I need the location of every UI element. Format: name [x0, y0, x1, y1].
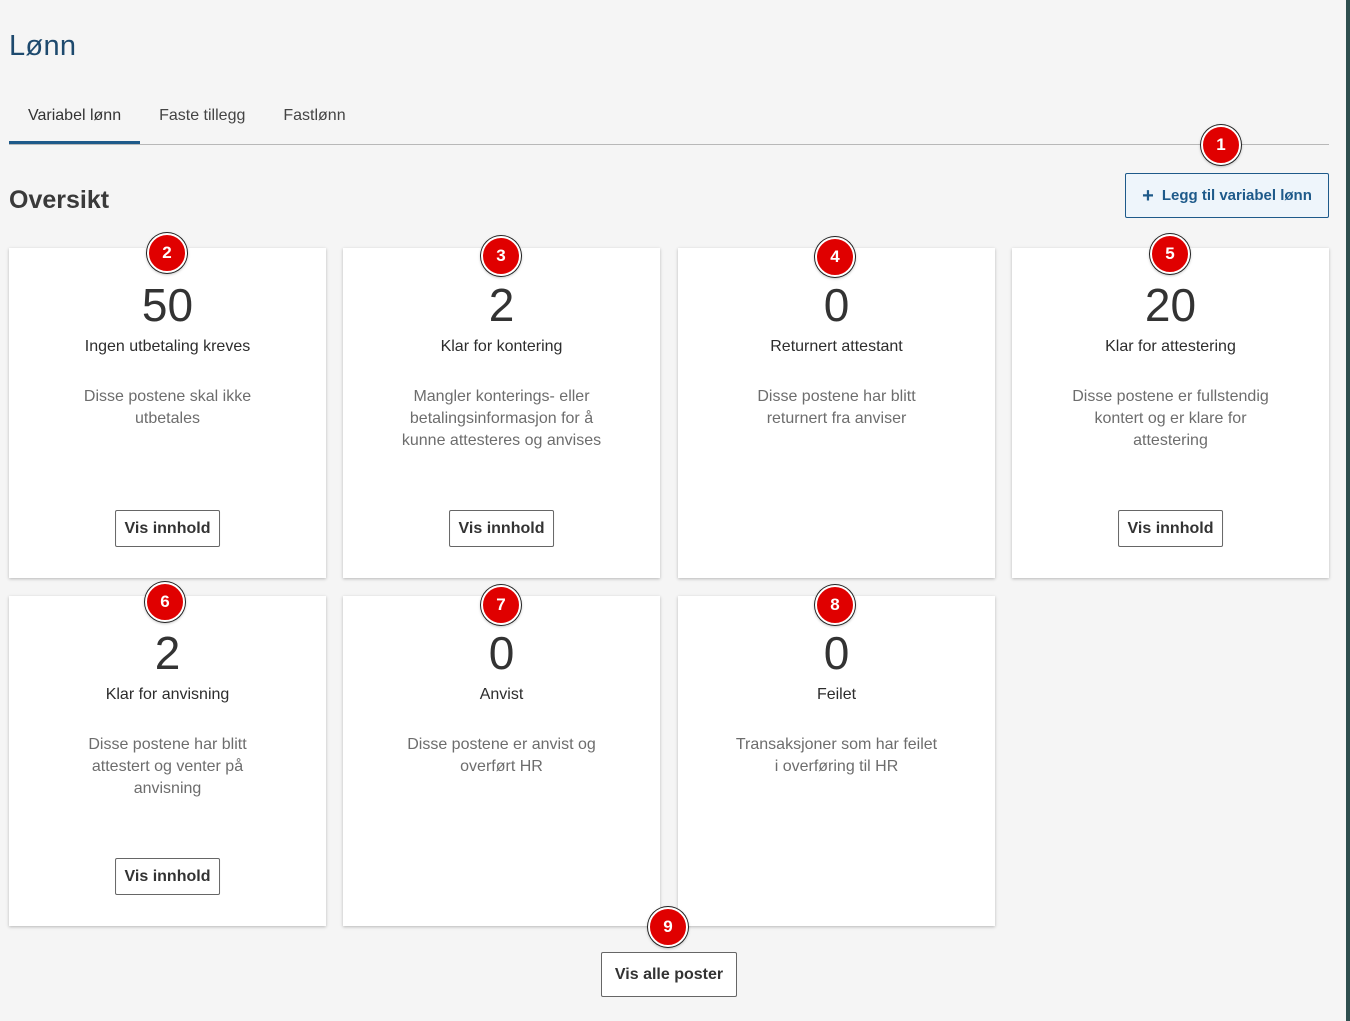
status-card-ingen-utbetaling: 50 Ingen utbetaling kreves Disse postene…	[9, 248, 326, 578]
status-card-feilet: 0 Feilet Transaksjoner som har feilet i …	[678, 596, 995, 926]
status-card-klar-for-anvisning: 2 Klar for anvisning Disse postene har b…	[9, 596, 326, 926]
window-edge	[1346, 0, 1350, 1021]
plus-icon: +	[1142, 184, 1154, 207]
card-count: 2	[488, 279, 515, 331]
card-label: Anvist	[479, 686, 524, 703]
card-count: 2	[154, 627, 181, 679]
annotation-marker-2: 2	[147, 233, 187, 273]
page-title: Lønn	[9, 30, 77, 62]
card-count: 0	[823, 279, 850, 331]
card-description: Transaksjoner som har feilet i overførin…	[735, 736, 938, 775]
annotation-marker-1: 1	[1201, 125, 1241, 165]
tab-faste-tillegg[interactable]: Faste tillegg	[140, 96, 264, 144]
annotation-marker-7: 7	[481, 585, 521, 625]
add-variable-pay-label: Legg til variabel lønn	[1161, 187, 1312, 204]
card-label: Feilet	[816, 686, 857, 703]
annotation-marker-8: 8	[815, 585, 855, 625]
card-label: Returnert attestant	[770, 338, 903, 355]
card-description: Disse postene skal ikke utbetales	[83, 388, 252, 427]
annotation-marker-6: 6	[145, 582, 185, 622]
view-content-button[interactable]: Vis innhold	[1117, 510, 1224, 547]
card-description: Disse postene har blitt returnert fra an…	[757, 388, 916, 427]
card-description: Disse postene har blitt attestert og ven…	[88, 736, 247, 797]
tab-bar: Variabel lønn Faste tillegg Fastlønn	[9, 96, 1329, 145]
card-label: Klar for anvisning	[105, 686, 230, 703]
card-count: 20	[1144, 279, 1197, 331]
card-description: Disse postene er anvist og overført HR	[407, 736, 596, 775]
card-description: Mangler konterings- eller betalingsinfor…	[401, 388, 602, 449]
show-all-entries-button[interactable]: Vis alle poster	[601, 952, 737, 997]
tab-variabel-lonn[interactable]: Variabel lønn	[9, 96, 141, 144]
card-label: Ingen utbetaling kreves	[84, 338, 251, 355]
card-count: 0	[823, 627, 850, 679]
tab-fastlonn[interactable]: Fastlønn	[264, 96, 364, 144]
status-card-klar-for-attestering: 20 Klar for attestering Disse postene er…	[1012, 248, 1329, 578]
card-description: Disse postene er fullstendig kontert og …	[1072, 388, 1269, 449]
status-card-anvist: 0 Anvist Disse postene er anvist og over…	[343, 596, 660, 926]
card-count: 50	[141, 279, 194, 331]
annotation-marker-9: 9	[648, 907, 688, 947]
card-label: Klar for attestering	[1105, 338, 1236, 355]
card-count: 0	[488, 627, 515, 679]
status-card-returnert-attestant: 0 Returnert attestant Disse postene har …	[678, 248, 995, 578]
card-label: Klar for kontering	[440, 338, 563, 355]
annotation-marker-3: 3	[481, 236, 521, 276]
view-content-button[interactable]: Vis innhold	[114, 858, 221, 895]
view-content-button[interactable]: Vis innhold	[448, 510, 555, 547]
section-title: Oversikt	[9, 186, 110, 214]
add-variable-pay-button[interactable]: + Legg til variabel lønn	[1125, 173, 1329, 218]
annotation-marker-4: 4	[815, 237, 855, 277]
view-content-button[interactable]: Vis innhold	[114, 510, 221, 547]
annotation-marker-5: 5	[1150, 234, 1190, 274]
status-card-klar-for-kontering: 2 Klar for kontering Mangler konterings-…	[343, 248, 660, 578]
